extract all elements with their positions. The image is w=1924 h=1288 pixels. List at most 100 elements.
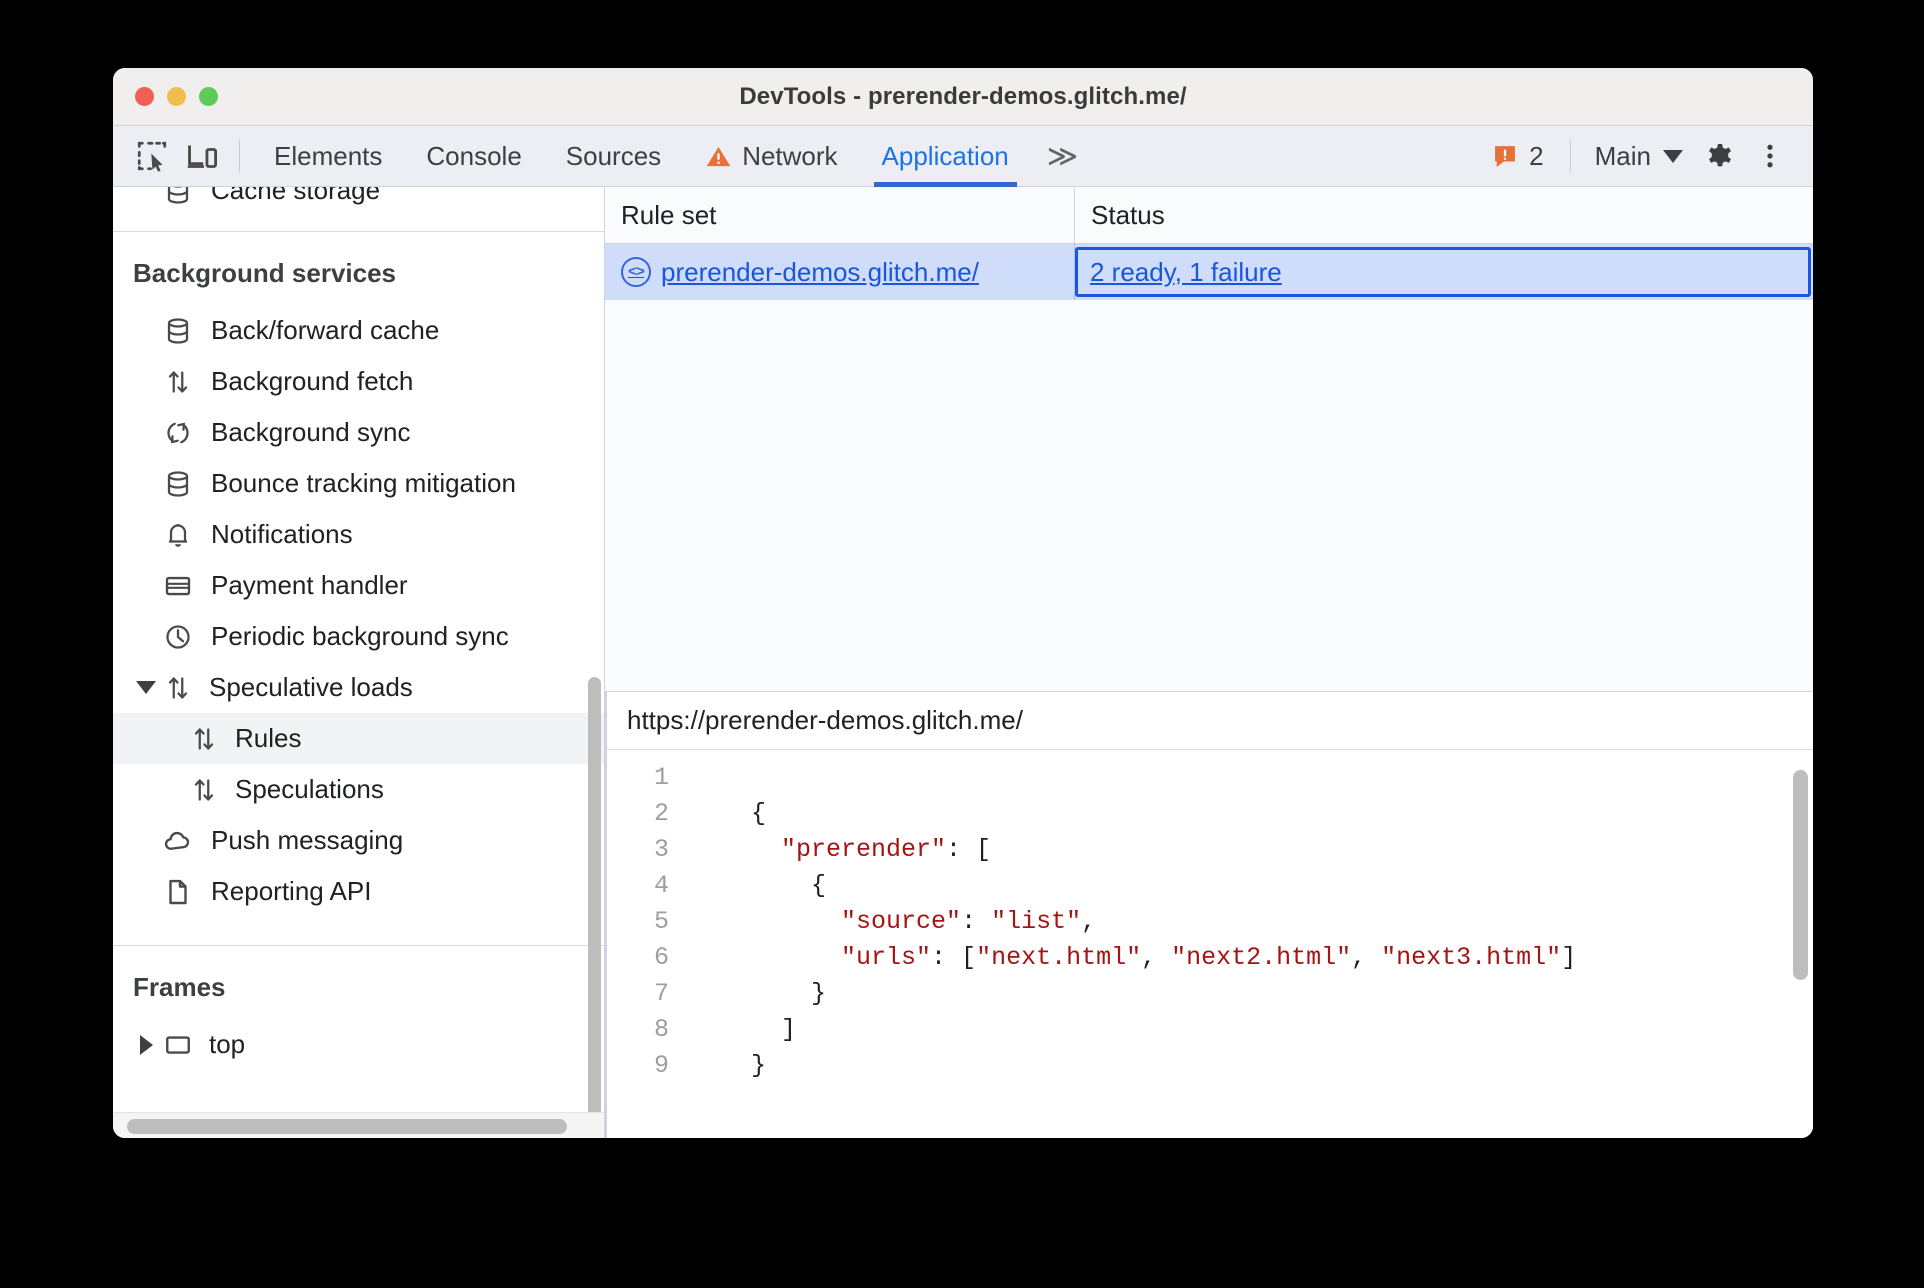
rule-sets-grid: Rule set Status <> prerender-demos.glitc… bbox=[605, 187, 1813, 692]
sidebar-item-speculations[interactable]: Speculations bbox=[113, 764, 604, 815]
code-line: 6 "urls": ["next.html", "next2.html", "n… bbox=[605, 940, 1813, 976]
line-number: 2 bbox=[653, 799, 669, 828]
tab-elements[interactable]: Elements bbox=[252, 126, 404, 187]
sidebar-item-periodic-background-sync[interactable]: Periodic background sync bbox=[113, 611, 604, 662]
source-code-body[interactable]: 1 2 { 3 "prerender": [ 4 {5 "source": "… bbox=[605, 750, 1813, 1138]
tab-network-label: Network bbox=[742, 140, 838, 171]
sidebar-item-label: Reporting API bbox=[211, 876, 372, 906]
panel-tabs: Elements Console Sources Network Applica… bbox=[252, 126, 1090, 187]
application-sidebar: Cache storage Background services Back/f… bbox=[113, 187, 605, 1138]
expand-twisty-right-icon[interactable] bbox=[133, 1034, 159, 1055]
sidebar-item-back-forward-cache[interactable]: Back/forward cache bbox=[113, 305, 604, 356]
line-number: 3 bbox=[653, 835, 669, 864]
tab-sources[interactable]: Sources bbox=[544, 126, 683, 187]
sidebar-item-notifications[interactable]: Notifications bbox=[113, 509, 604, 560]
rule-set-link-label: prerender-demos.glitch.me/ bbox=[661, 256, 979, 287]
inspect-element-button[interactable] bbox=[127, 134, 177, 178]
settings-button[interactable] bbox=[1695, 134, 1745, 178]
sidebar-item-background-fetch[interactable]: Background fetch bbox=[113, 356, 604, 407]
bell-icon bbox=[161, 518, 195, 552]
sidebar-item-speculative-loads[interactable]: Speculative loads bbox=[113, 662, 604, 713]
source-url-text: https://prerender-demos.glitch.me/ bbox=[627, 705, 1023, 735]
code-line: 5 "source": "list", bbox=[605, 904, 1813, 940]
sidebar-item-label: Speculative loads bbox=[209, 672, 413, 702]
issue-warning-icon bbox=[1495, 146, 1516, 167]
code-line: 1 bbox=[605, 760, 1813, 796]
line-content: { bbox=[691, 871, 827, 900]
sidebar-item-label: Back/forward cache bbox=[211, 315, 440, 345]
cell-rule-set[interactable]: <> prerender-demos.glitch.me/ bbox=[605, 244, 1075, 300]
main-content-pane: Rule set Status <> prerender-demos.glitc… bbox=[605, 187, 1813, 1138]
code-line: 7 } bbox=[605, 976, 1813, 1012]
sidebar-item-label: Background fetch bbox=[211, 366, 414, 396]
expand-twisty-down-icon[interactable] bbox=[133, 681, 159, 694]
tab-console[interactable]: Console bbox=[404, 126, 543, 187]
updown-arrows-icon bbox=[161, 671, 195, 705]
sidebar-horizontal-scrollbar-track[interactable] bbox=[113, 1112, 604, 1138]
line-number: 4 bbox=[653, 871, 669, 900]
device-toolbar-button[interactable] bbox=[177, 134, 227, 178]
cell-status[interactable]: 2 ready, 1 failure bbox=[1075, 244, 1813, 300]
context-selector-label: Main bbox=[1594, 140, 1651, 171]
code-vertical-scrollbar[interactable] bbox=[1793, 770, 1808, 980]
sidebar-section-background-services: Background services bbox=[133, 258, 397, 288]
toolbar-divider-2 bbox=[1569, 140, 1571, 172]
table-row[interactable]: <> prerender-demos.glitch.me/ 2 ready, 1… bbox=[605, 244, 1813, 300]
sidebar-item-payment-handler[interactable]: Payment handler bbox=[113, 560, 604, 611]
database-icon bbox=[161, 467, 195, 501]
more-tabs-button[interactable]: ≫ bbox=[1031, 126, 1090, 187]
sidebar-item-cache-storage[interactable]: Cache storage bbox=[113, 187, 604, 216]
cloud-icon bbox=[161, 824, 195, 858]
sidebar-horizontal-scrollbar-thumb[interactable] bbox=[127, 1119, 567, 1134]
line-number: 8 bbox=[653, 1015, 669, 1044]
sidebar-item-reporting-api[interactable]: Reporting API bbox=[113, 866, 604, 917]
tab-application-label: Application bbox=[881, 140, 1009, 171]
sidebar-item-label: Notifications bbox=[211, 519, 353, 549]
column-header-status[interactable]: Status bbox=[1075, 187, 1813, 243]
tab-console-label: Console bbox=[426, 140, 522, 171]
line-content: } bbox=[691, 979, 827, 1008]
context-selector[interactable]: Main bbox=[1583, 134, 1695, 178]
sidebar-item-label: top bbox=[209, 1029, 246, 1059]
sidebar-item-top-frame[interactable]: top bbox=[113, 1019, 604, 1070]
issues-count: 2 bbox=[1529, 140, 1544, 171]
column-header-rule-set[interactable]: Rule set bbox=[605, 187, 1075, 243]
database-icon bbox=[161, 187, 195, 208]
more-options-button[interactable] bbox=[1745, 134, 1795, 178]
chevron-down-icon bbox=[1663, 149, 1683, 163]
grid-header-row: Rule set Status bbox=[605, 187, 1813, 244]
sidebar-item-push-messaging[interactable]: Push messaging bbox=[113, 815, 604, 866]
code-line: 4 { bbox=[605, 868, 1813, 904]
status-focus-ring[interactable]: 2 ready, 1 failure bbox=[1075, 247, 1811, 297]
sidebar-item-background-sync[interactable]: Background sync bbox=[113, 407, 604, 458]
updown-arrows-icon bbox=[187, 773, 221, 807]
status-link[interactable]: 2 ready, 1 failure bbox=[1090, 257, 1282, 288]
line-content: "prerender": [ bbox=[781, 835, 992, 864]
line-number: 5 bbox=[653, 907, 669, 936]
devtools-window: DevTools - prerender-demos.glitch.me/ El… bbox=[113, 68, 1813, 1138]
tab-application[interactable]: Application bbox=[860, 126, 1031, 187]
gear-icon bbox=[1709, 144, 1731, 167]
sync-icon bbox=[161, 416, 195, 450]
cursor-arrow-shape bbox=[151, 153, 163, 172]
line-content: } bbox=[691, 1051, 767, 1080]
line-number: 6 bbox=[653, 943, 669, 972]
sidebar-item-rules[interactable]: Rules bbox=[113, 713, 604, 764]
tab-elements-label: Elements bbox=[274, 140, 383, 171]
sidebar-item-label: Bounce tracking mitigation bbox=[211, 468, 516, 498]
code-circle-icon: <> bbox=[621, 257, 651, 287]
sidebar-item-bounce-tracking-mitigation[interactable]: Bounce tracking mitigation bbox=[113, 458, 604, 509]
code-line: 3 "prerender": [ bbox=[605, 832, 1813, 868]
sidebar-item-label: Payment handler bbox=[211, 570, 408, 600]
rule-set-link[interactable]: <> prerender-demos.glitch.me/ bbox=[621, 257, 979, 288]
tab-network[interactable]: Network bbox=[683, 126, 859, 187]
issues-button[interactable]: 2 bbox=[1477, 134, 1557, 178]
clock-icon bbox=[161, 620, 195, 654]
line-content: "source": "list", bbox=[841, 907, 1097, 936]
more-vertical-icon bbox=[1767, 144, 1773, 168]
line-content: "urls": ["next.html", "next2.html", "nex… bbox=[841, 943, 1577, 972]
sidebar-item-label: Cache storage bbox=[211, 187, 381, 205]
line-number: 7 bbox=[653, 979, 669, 1008]
sidebar-vertical-scrollbar[interactable] bbox=[588, 677, 601, 1117]
sidebar-item-label: Rules bbox=[235, 723, 302, 753]
